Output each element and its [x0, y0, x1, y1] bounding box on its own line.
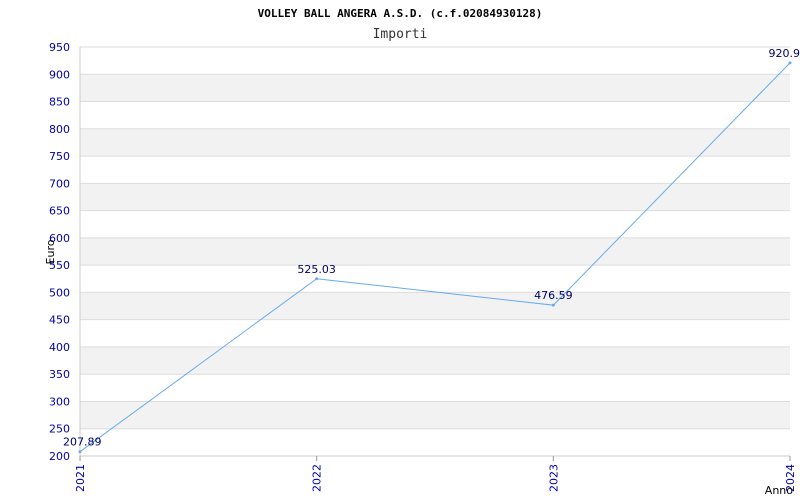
grid-band	[80, 210, 790, 238]
x-tick-labels: 2021 2022 2023 2024	[74, 456, 797, 492]
grid-band	[80, 401, 790, 429]
chart-title: VOLLEY BALL ANGERA A.S.D. (c.f.020849301…	[258, 7, 543, 20]
x-axis-label: Anno	[765, 484, 793, 497]
y-tick-label: 850	[49, 96, 70, 109]
data-point	[788, 61, 792, 65]
y-tick-label: 700	[49, 177, 70, 190]
x-tick-label: 2022	[311, 464, 324, 492]
grid-band	[80, 74, 790, 102]
chart-subtitle: Importi	[373, 27, 428, 42]
data-label: 920.9	[769, 47, 800, 60]
data-point	[315, 277, 319, 281]
grid-band	[80, 237, 790, 266]
grid-band	[80, 292, 790, 320]
grid-band	[80, 183, 790, 211]
y-tick-label: 300	[49, 395, 70, 408]
data-point	[551, 303, 555, 307]
line-chart: 2002503003504004505005506006507007508008…	[44, 7, 800, 497]
y-tick-label: 750	[49, 150, 70, 163]
grid-band	[80, 47, 790, 75]
y-tick-label: 500	[49, 286, 70, 299]
y-tick-label: 250	[49, 423, 70, 436]
grid-band	[80, 265, 790, 293]
grid-bands	[80, 47, 790, 456]
data-point	[78, 450, 82, 454]
grid-band	[80, 101, 790, 129]
y-tick-label: 450	[49, 314, 70, 327]
grid-band	[80, 156, 790, 184]
y-tick-label: 200	[49, 450, 70, 463]
y-tick-label: 900	[49, 68, 70, 81]
x-tick-label: 2023	[547, 464, 560, 492]
y-axis-label: Euro	[44, 239, 57, 264]
y-tick-label: 800	[49, 123, 70, 136]
grid-band	[80, 374, 790, 402]
y-tick-label: 950	[49, 41, 70, 54]
y-tick-label: 400	[49, 341, 70, 354]
grid-band	[80, 346, 790, 375]
grid-band	[80, 128, 790, 157]
data-label: 525.03	[297, 263, 336, 276]
grid-band	[80, 319, 790, 347]
grid-band	[80, 428, 790, 456]
x-tick-label: 2021	[74, 464, 87, 492]
data-label: 476.59	[534, 289, 573, 302]
data-label: 207.89	[63, 436, 102, 449]
y-tick-label: 650	[49, 205, 70, 218]
y-tick-label: 350	[49, 368, 70, 381]
